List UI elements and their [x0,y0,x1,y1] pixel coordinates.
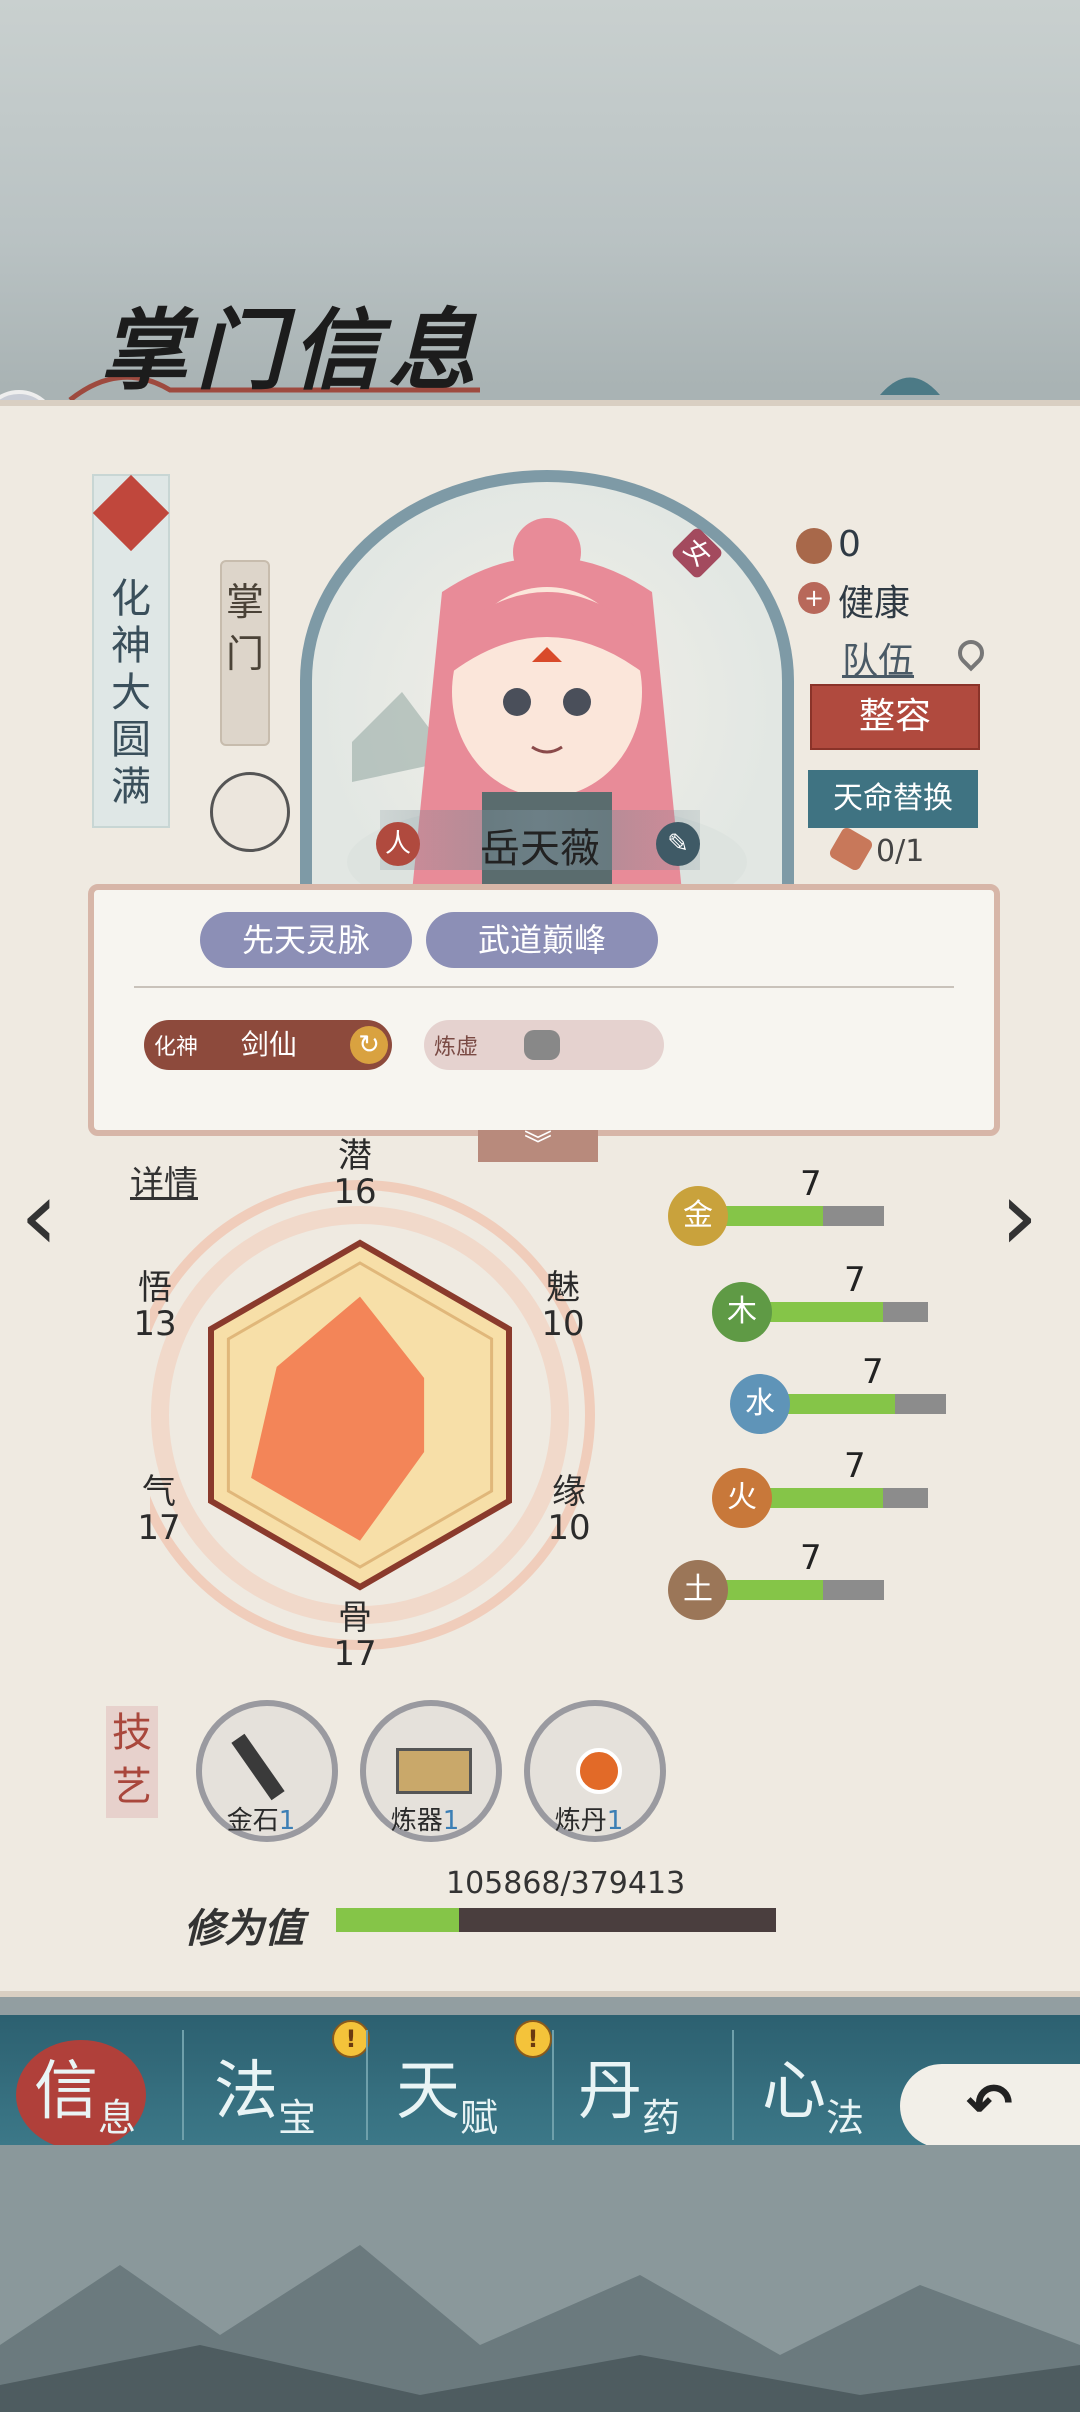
element-value: 7 [800,1164,822,1204]
skill-name: 剑仙 [240,1028,297,1061]
element-value: 7 [800,1538,822,1578]
attr-yuan: 缘 10 [547,1472,591,1548]
element-row: 火7 [712,1446,952,1528]
prev-arrow-icon[interactable]: ‹ [20,1160,58,1272]
cultivation-label: 修为值 [184,1905,304,1952]
back-arrow-icon: ↶ [966,2072,1013,2137]
realm-emblem-icon [92,474,170,552]
primary-skill[interactable]: 化神 剑仙 ↻ [144,1020,392,1070]
back-button[interactable]: ↶ [900,2064,1080,2148]
attr-wu-value: 13 [133,1304,177,1344]
trait-pill[interactable]: 武道巅峰 [426,912,658,968]
element-icon: 水 [730,1374,790,1434]
attribute-radar [150,1180,595,1650]
element-bar [786,1394,946,1414]
element-bar-fill [724,1580,824,1600]
tab-treasure[interactable]: 法宝 [214,2040,316,2140]
element-value: 7 [862,1352,884,1392]
expand-button[interactable]: ︾ [478,1130,598,1162]
fame-icon [796,528,832,564]
element-row: 水7 [730,1352,970,1434]
element-bar [768,1302,928,1322]
team-link[interactable]: 队伍 [842,632,914,684]
cauldron-icon [396,1748,472,1794]
attr-qi: 气 17 [137,1472,181,1548]
cultivation-value: 105868/379413 [446,1866,686,1901]
brush-icon[interactable]: ✎ [656,822,700,866]
page-title: 掌门信息 [100,298,485,402]
element-value: 7 [844,1260,866,1300]
element-row: 土7 [668,1538,908,1620]
artifact-icon [524,1030,560,1060]
health-status: 健康 [838,583,911,624]
element-bar-fill [768,1302,884,1322]
trait-card: 先天灵脉 武道巅峰 化神 剑仙 ↻ 炼虚 [88,884,1000,1136]
attr-mei-value: 10 [541,1304,585,1344]
alert-icon: ! [514,2020,552,2058]
element-bar-fill [724,1206,824,1226]
health-icon: + [798,582,830,614]
tab-talent[interactable]: 天赋 [396,2040,498,2140]
character-name: 岳天薇 [480,826,600,872]
cultivation-bar [336,1908,776,1932]
attr-qi-value: 17 [137,1508,181,1548]
element-value: 7 [844,1446,866,1486]
element-row: 木7 [712,1260,952,1342]
element-bar-fill [768,1488,884,1508]
hammer-icon [231,1733,285,1801]
next-arrow-icon[interactable]: › [1000,1160,1038,1272]
craft-label: 金石1 [226,1806,296,1836]
attr-wu: 悟 13 [133,1268,177,1344]
attr-gu: 骨 17 [333,1598,377,1674]
tab-pills[interactable]: 丹药 [578,2040,680,2140]
cultivation-fill [336,1908,459,1932]
tab-heart-method[interactable]: 心法 [762,2040,864,2140]
element-icon: 金 [668,1186,728,1246]
element-bar-fill [786,1394,895,1414]
craft-label: 炼丹1 [554,1806,624,1836]
alert-icon: ! [332,2020,370,2058]
element-bar [768,1488,928,1508]
divider [134,986,954,988]
race-badge: 人 [376,822,420,866]
realm-label: 化神大圆满 [111,576,151,810]
pill-icon [576,1748,622,1794]
attr-gu-value: 17 [333,1634,377,1674]
element-bar [724,1580,884,1600]
fame-count: 0 [838,524,861,565]
element-row: 金7 [668,1164,908,1246]
swap-icon[interactable]: ↻ [350,1026,388,1064]
element-icon: 土 [668,1560,728,1620]
mountain-background [0,2145,1080,2412]
destiny-count: 0/1 [876,834,925,869]
realm-banner: 化神大圆满 [92,474,170,828]
skill-tier: 化神 [154,1035,199,1060]
pet-icon[interactable] [210,772,290,852]
trait-pill[interactable]: 先天灵脉 [200,912,412,968]
element-icon: 木 [712,1282,772,1342]
role-tag: 掌门 [220,560,270,746]
tab-info[interactable]: 信息 [34,2040,136,2140]
element-icon: 火 [712,1468,772,1528]
attr-qian-value: 16 [333,1172,377,1212]
appearance-button[interactable]: 整容 [810,684,980,750]
secondary-skill[interactable]: 炼虚 [424,1020,664,1070]
attr-qian: 潜 16 [333,1136,377,1212]
attr-mei: 魅 10 [541,1268,585,1344]
crafts-label: 技艺 [106,1706,158,1818]
craft-label: 炼器1 [390,1806,460,1836]
destiny-swap-button[interactable]: 天命替换 [808,770,978,828]
element-bar [724,1206,884,1226]
skill-tier: 炼虚 [434,1035,479,1060]
attr-yuan-value: 10 [547,1508,591,1548]
